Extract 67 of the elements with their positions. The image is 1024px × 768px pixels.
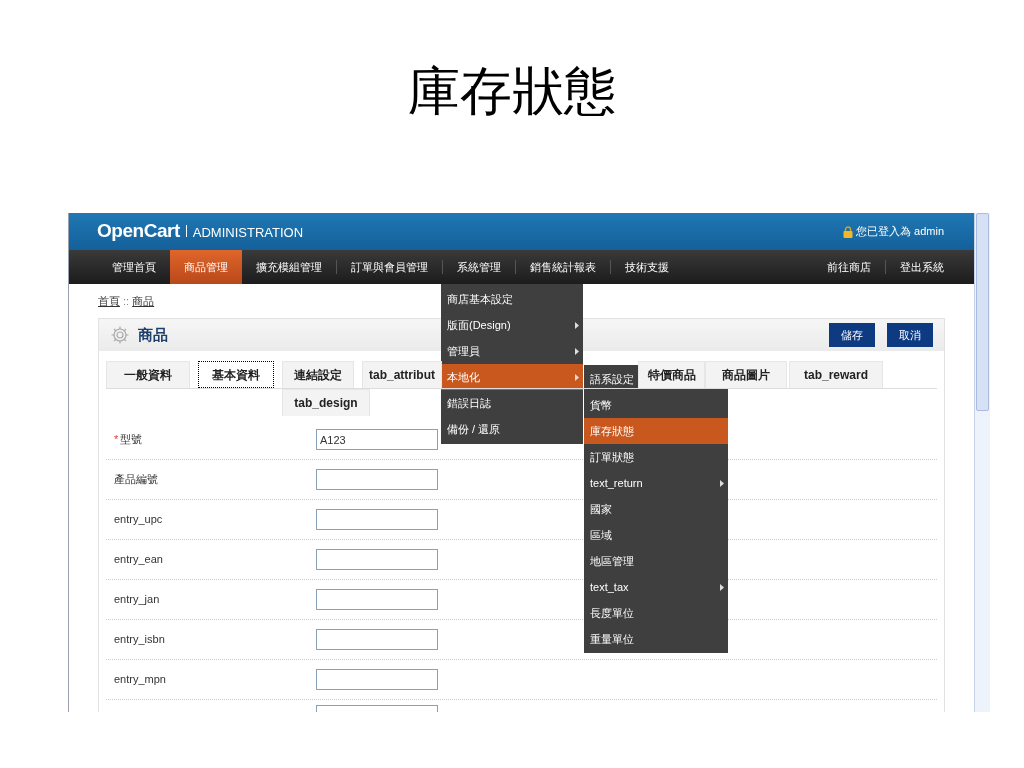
menu-item[interactable]: 地區管理	[584, 548, 638, 574]
slide-title: 庫存狀態	[408, 62, 616, 122]
menu-item[interactable]: 商店基本設定	[441, 286, 517, 312]
field-label: 型號	[120, 432, 143, 448]
submenu-arrow-icon	[575, 373, 579, 381]
menu-item[interactable]: 本地化	[441, 364, 583, 390]
tab[interactable]: tab_design	[282, 389, 370, 416]
tab[interactable]: 基本資料	[198, 361, 274, 388]
breadcrumb-link[interactable]: 商品	[132, 292, 155, 310]
menu-item[interactable]: 區域	[584, 522, 616, 548]
action-button[interactable]: 儲存	[829, 323, 875, 347]
input-field[interactable]	[316, 669, 438, 690]
field-label: 產品編號	[114, 472, 158, 488]
field-label: entry_ean	[114, 552, 163, 568]
brand-subtitle: ADMINISTRATION	[192, 224, 304, 243]
input-field[interactable]: A123	[316, 429, 438, 450]
submenu-arrow-icon	[575, 347, 579, 355]
action-button[interactable]: 取消	[887, 323, 933, 347]
nav-item[interactable]: 訂單與會員管理	[337, 250, 442, 284]
field-label: entry_upc	[114, 512, 163, 528]
menu-item[interactable]: 訂單狀態	[584, 444, 638, 470]
tab[interactable]: tab_attribut	[362, 361, 442, 388]
menu-item[interactable]: text_return	[584, 470, 728, 496]
menu-item[interactable]: 重量單位	[584, 626, 638, 652]
input-field[interactable]	[316, 629, 438, 650]
menu-item[interactable]: 錯誤日誌	[441, 390, 495, 416]
nav-item[interactable]: 銷售統計報表	[516, 250, 610, 284]
brand-divider	[185, 225, 187, 238]
lock-icon	[843, 225, 853, 238]
input-field[interactable]	[316, 469, 438, 490]
input-field[interactable]	[316, 589, 438, 610]
submenu-arrow-icon	[720, 479, 724, 487]
menu-item[interactable]: 長度單位	[584, 600, 638, 626]
menu-item[interactable]: 庫存狀態	[584, 418, 728, 444]
nav-link[interactable]: 前往商店	[813, 250, 885, 284]
input-field[interactable]	[316, 509, 438, 530]
menu-item[interactable]: 貨幣	[584, 392, 616, 418]
field-label: entry_jan	[114, 592, 160, 608]
brand-logo: OpenCart	[97, 219, 180, 244]
menu-item[interactable]: 管理員	[441, 338, 583, 364]
submenu-arrow-icon	[575, 321, 579, 329]
tab[interactable]: 一般資料	[106, 361, 190, 388]
nav-link[interactable]: 登出系統	[886, 250, 958, 284]
breadcrumb-separator: ::	[123, 293, 130, 309]
breadcrumb-link[interactable]: 首頁	[98, 292, 120, 310]
menu-item[interactable]: text_tax	[584, 574, 728, 600]
menu-item[interactable]: 備份 / 還原	[441, 416, 505, 442]
required-mark: *	[114, 432, 119, 448]
gear-icon	[110, 325, 130, 345]
nav-item[interactable]: 技術支援	[611, 250, 683, 284]
tab[interactable]: tab_reward	[789, 361, 883, 388]
input-field[interactable]	[316, 549, 438, 570]
menu-item[interactable]: 國家	[584, 496, 616, 522]
menu-item[interactable]: 版面(Design)	[441, 312, 583, 338]
tab[interactable]: 特價商品	[638, 361, 705, 388]
menu-item[interactable]: 語系設定	[584, 366, 638, 392]
tab[interactable]: 商品圖片	[705, 361, 787, 388]
nav-item[interactable]: 系統管理	[443, 250, 515, 284]
login-status: 您已登入為 admin	[856, 224, 944, 240]
nav-item[interactable]: 商品管理	[170, 250, 242, 284]
panel-title: 商品	[138, 324, 168, 345]
field-label: entry_isbn	[114, 632, 165, 648]
tab[interactable]: 連結設定	[282, 361, 354, 388]
nav-item[interactable]: 管理首頁	[98, 250, 170, 284]
nav-item[interactable]: 擴充模組管理	[242, 250, 336, 284]
submenu-arrow-icon	[720, 583, 724, 591]
field-label: entry_mpn	[114, 672, 166, 688]
